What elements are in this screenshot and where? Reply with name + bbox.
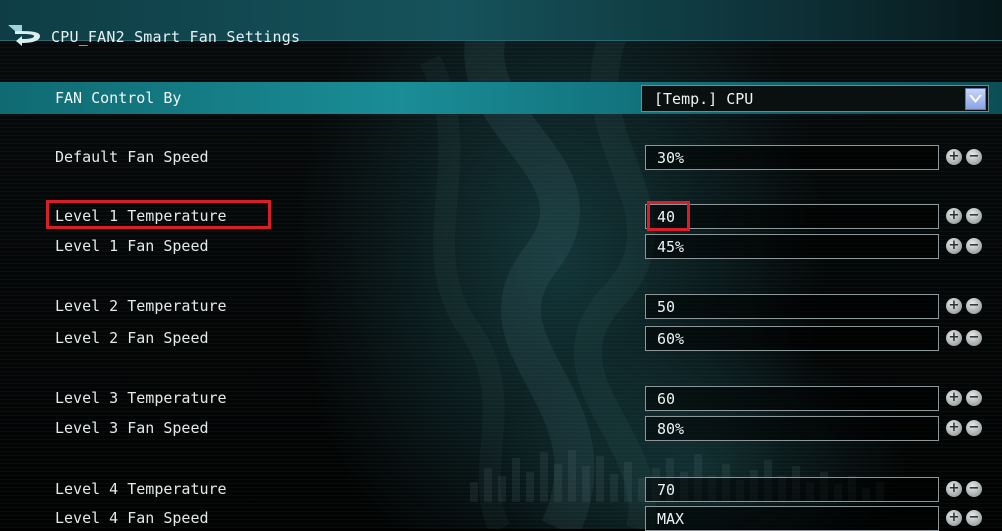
back-arrow-icon[interactable]: [6, 22, 42, 48]
setting-row[interactable]: Level 4 Temperature 70 + −: [0, 476, 1002, 502]
setting-value: MAX: [657, 510, 685, 528]
setting-label: Level 4 Temperature: [55, 480, 227, 498]
setting-row[interactable]: Level 3 Fan Speed 80% + −: [0, 415, 1002, 441]
minus-circle-icon[interactable]: −: [966, 149, 982, 165]
setting-label: Default Fan Speed: [55, 148, 209, 166]
value-stepper[interactable]: + −: [946, 420, 988, 436]
setting-row[interactable]: Level 4 Fan Speed MAX + −: [0, 505, 1002, 531]
setting-row[interactable]: Level 1 Fan Speed 45% + −: [0, 233, 1002, 259]
highlight-box-value: [647, 201, 690, 231]
setting-label: Level 2 Fan Speed: [55, 329, 209, 347]
minus-circle-icon[interactable]: −: [966, 390, 982, 406]
setting-row[interactable]: Level 2 Temperature 50 + −: [0, 293, 1002, 319]
setting-row[interactable]: Level 2 Fan Speed 60% + −: [0, 325, 1002, 351]
setting-value: 45%: [657, 238, 685, 256]
value-stepper[interactable]: + −: [946, 238, 988, 254]
fan-control-label: FAN Control By: [55, 89, 182, 107]
setting-label: Level 1 Fan Speed: [55, 237, 209, 255]
setting-label: Level 3 Fan Speed: [55, 419, 209, 437]
minus-circle-icon[interactable]: −: [966, 330, 982, 346]
minus-circle-icon[interactable]: −: [966, 208, 982, 224]
minus-circle-icon[interactable]: −: [966, 420, 982, 436]
plus-circle-icon[interactable]: +: [946, 420, 962, 436]
plus-circle-icon[interactable]: +: [946, 298, 962, 314]
plus-circle-icon[interactable]: +: [946, 149, 962, 165]
setting-value-field[interactable]: 45%: [645, 234, 939, 259]
minus-circle-icon[interactable]: −: [966, 238, 982, 254]
fan-control-dropdown[interactable]: [Temp.] CPU: [641, 85, 989, 112]
setting-row[interactable]: Level 3 Temperature 60 + −: [0, 385, 1002, 411]
setting-label: Level 2 Temperature: [55, 297, 227, 315]
plus-circle-icon[interactable]: +: [946, 238, 962, 254]
setting-value-field[interactable]: 80%: [645, 416, 939, 441]
value-stepper[interactable]: + −: [946, 390, 988, 406]
setting-row[interactable]: Default Fan Speed 30% + −: [0, 144, 1002, 170]
plus-circle-icon[interactable]: +: [946, 390, 962, 406]
setting-value: 80%: [657, 420, 685, 438]
value-stepper[interactable]: + −: [946, 510, 988, 526]
title-bar: CPU_FAN2 Smart Fan Settings: [0, 0, 1002, 46]
setting-value: 70: [657, 481, 676, 499]
setting-value: 60: [657, 390, 676, 408]
plus-circle-icon[interactable]: +: [946, 208, 962, 224]
value-stepper[interactable]: + −: [946, 330, 988, 346]
setting-label: Level 4 Fan Speed: [55, 509, 209, 527]
setting-value: 60%: [657, 330, 685, 348]
plus-circle-icon[interactable]: +: [946, 510, 962, 526]
setting-value-field[interactable]: 30%: [645, 145, 939, 170]
minus-circle-icon[interactable]: −: [966, 510, 982, 526]
setting-value-field[interactable]: 50: [645, 294, 939, 319]
setting-value-field[interactable]: 60: [645, 386, 939, 411]
setting-value-field[interactable]: 70: [645, 477, 939, 502]
plus-circle-icon[interactable]: +: [946, 481, 962, 497]
page-title: CPU_FAN2 Smart Fan Settings: [51, 28, 301, 46]
highlight-box-label: [46, 200, 271, 229]
setting-label: Level 3 Temperature: [55, 389, 227, 407]
value-stepper[interactable]: + −: [946, 298, 988, 314]
minus-circle-icon[interactable]: −: [966, 481, 982, 497]
minus-circle-icon[interactable]: −: [966, 298, 982, 314]
fan-control-value: [Temp.] CPU: [654, 90, 754, 108]
plus-circle-icon[interactable]: +: [946, 330, 962, 346]
setting-value: 30%: [657, 149, 685, 167]
chevron-down-icon[interactable]: [965, 88, 986, 110]
value-stepper[interactable]: + −: [946, 149, 988, 165]
value-stepper[interactable]: + −: [946, 481, 988, 497]
setting-value-field[interactable]: MAX: [645, 506, 939, 531]
fan-control-row[interactable]: FAN Control By [Temp.] CPU: [0, 82, 1002, 114]
setting-value-field[interactable]: 60%: [645, 326, 939, 351]
value-stepper[interactable]: + −: [946, 208, 988, 224]
setting-value: 50: [657, 298, 676, 316]
